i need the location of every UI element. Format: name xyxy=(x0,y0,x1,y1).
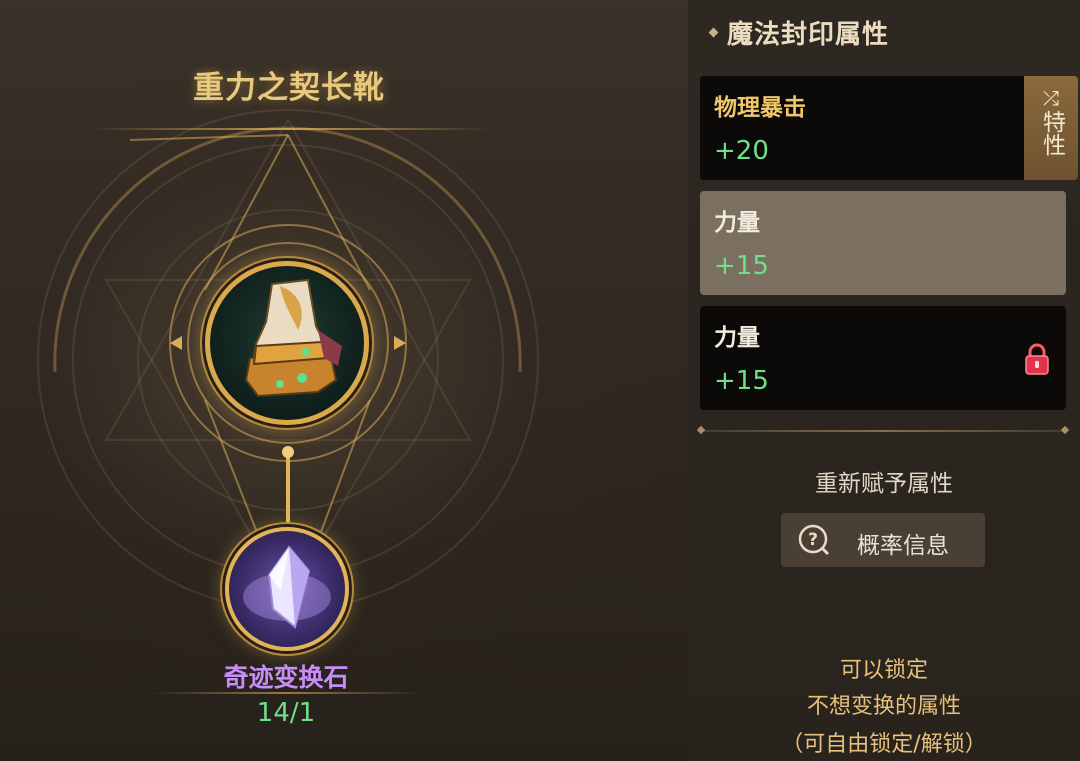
material-divider xyxy=(150,692,422,694)
panel-title: 魔法封印属性 xyxy=(708,14,890,51)
attribute-row-2[interactable]: 力量 +15 xyxy=(700,191,1066,295)
attribute-panel: 魔法封印属性 物理暴击 +20 ⤮ 特性 力量 +15 力量 +15 重新赋予属… xyxy=(688,0,1080,761)
attribute-name: 力量 xyxy=(714,325,760,351)
hint-line-2: 不想变换的属性 xyxy=(806,694,961,719)
crystal-icon xyxy=(243,545,331,629)
trait-tag-label: 特性 xyxy=(1038,110,1065,156)
attribute-row-1[interactable]: 物理暴击 +20 ⤮ 特性 xyxy=(700,76,1078,180)
hint-line-3: （可自由锁定/解锁） xyxy=(781,732,987,757)
svg-text:?: ? xyxy=(808,530,818,550)
attribute-name: 物理暴击 xyxy=(714,95,806,121)
probability-info-button[interactable]: ? 概率信息 xyxy=(781,513,985,567)
trait-tag[interactable]: ⤮ 特性 xyxy=(1024,76,1078,180)
diamond-bullet-icon xyxy=(708,27,719,38)
material-slot[interactable] xyxy=(225,527,349,651)
section-divider xyxy=(700,430,1066,432)
shuffle-icon: ⤮ xyxy=(1043,86,1059,110)
title-divider xyxy=(90,128,490,130)
lock-icon[interactable] xyxy=(1022,342,1052,376)
reroll-label: 重新赋予属性 xyxy=(815,471,953,497)
attribute-value: +15 xyxy=(714,366,769,396)
attribute-value: +20 xyxy=(714,136,769,166)
item-name-title: 重力之契长靴 xyxy=(193,70,385,106)
panel-title-text: 魔法封印属性 xyxy=(727,20,890,50)
material-count: 14/1 xyxy=(256,698,316,728)
boots-icon xyxy=(244,278,342,398)
equipment-slot[interactable] xyxy=(205,261,369,425)
attribute-value: +15 xyxy=(714,251,769,281)
attribute-name: 力量 xyxy=(714,210,760,236)
material-name: 奇迹变换石 xyxy=(223,663,349,692)
probability-info-label: 概率信息 xyxy=(857,533,949,559)
hint-line-1: 可以锁定 xyxy=(839,658,928,683)
item-display-panel: 重力之契长靴 奇迹变换石 14/1 xyxy=(0,0,688,761)
help-search-icon: ? xyxy=(798,524,830,556)
attribute-row-3[interactable]: 力量 +15 xyxy=(700,306,1066,410)
